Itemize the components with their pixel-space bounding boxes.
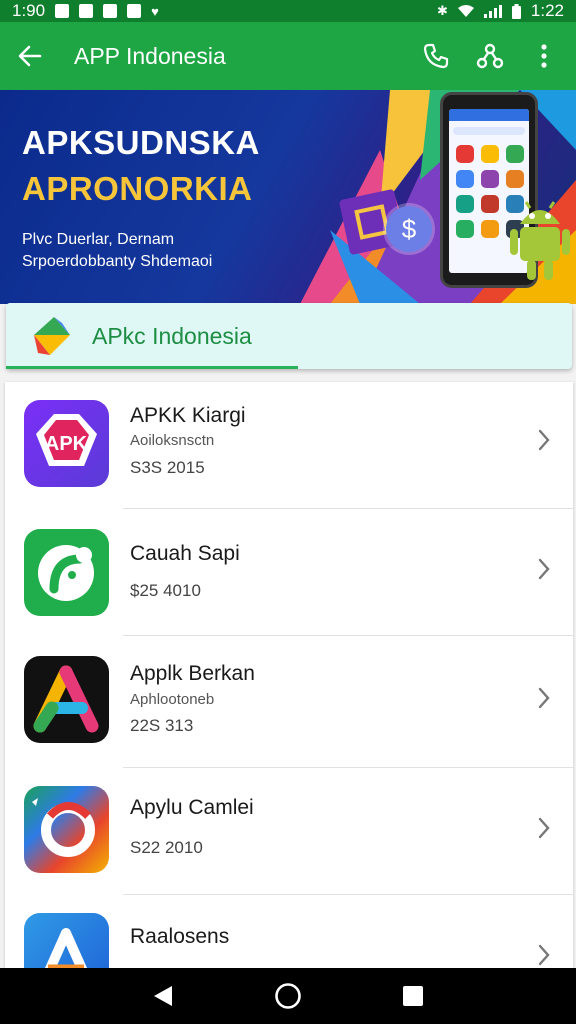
- colorful-a-icon: [24, 656, 109, 743]
- banner-subtitle-line2: Srpoerdobbanty Shdemaoi: [22, 253, 213, 270]
- phone-icon: [423, 43, 449, 69]
- share-icon: [476, 43, 504, 69]
- list-item[interactable]: Cauah Sapi $25 4010: [5, 509, 573, 636]
- app-name: Apylu Camlei: [130, 796, 254, 819]
- list-item[interactable]: Applk Berkan Aphlootoneb 22S 313: [5, 636, 573, 768]
- back-button[interactable]: [0, 22, 60, 90]
- wifi-icon: [457, 5, 474, 17]
- notification-icon: [55, 4, 70, 18]
- chevron-right-icon: [538, 429, 550, 451]
- nav-home-button[interactable]: [264, 972, 312, 1020]
- status-bar: 1:90 ♥ ✱ 1:22: [0, 0, 576, 22]
- chevron-right-icon: [538, 944, 550, 966]
- call-button[interactable]: [422, 42, 450, 70]
- signal-icon: [483, 4, 502, 18]
- chevron-right-icon: [538, 817, 550, 839]
- green-runner-icon: [24, 529, 109, 616]
- section-title: APkc Indonesia: [92, 322, 252, 349]
- promo-banner[interactable]: $ APKSUDNSKA APRONORKIA Plvc Duerlar, De…: [0, 90, 576, 304]
- banner-title-line1: APKSUDNSKA: [22, 124, 260, 161]
- list-item[interactable]: APK APKK Kiargi Aoiloksnsctn S3S 2015: [5, 382, 573, 509]
- back-triangle-icon: [153, 986, 172, 1006]
- nav-back-button[interactable]: [139, 972, 187, 1020]
- status-bar-left: 1:90 ♥: [12, 0, 159, 22]
- app-meta: S3S 2015: [130, 458, 205, 477]
- app-name: Raalosens: [130, 925, 230, 948]
- android-robot-icon: [510, 201, 570, 280]
- svg-text:APK: APK: [45, 433, 88, 455]
- arrow-left-icon: [18, 45, 42, 67]
- chevron-right-icon: [538, 558, 550, 580]
- play-store-logo-icon: [34, 317, 70, 355]
- recents-square-icon: [403, 986, 424, 1006]
- app-name: APKK Kiargi: [130, 404, 246, 427]
- app-bar-actions: [422, 42, 558, 70]
- home-circle-icon: [275, 983, 301, 1009]
- app-bar: APP Indonesia: [0, 22, 576, 90]
- battery-icon: [511, 3, 521, 19]
- list-item[interactable]: Apylu Camlei S22 2010: [5, 768, 573, 895]
- apk-shield-icon: APK: [24, 400, 109, 487]
- list-item[interactable]: Raalosens: [5, 895, 573, 968]
- status-time-right: 1:22: [530, 1, 564, 20]
- nav-recents-button[interactable]: [389, 972, 437, 1020]
- image-notification-icon: [79, 4, 94, 18]
- bluetooth-icon: ✱: [437, 3, 448, 18]
- chevron-right-icon: [538, 687, 550, 709]
- app-name: Applk Berkan: [130, 662, 255, 685]
- app-subtitle: Aphlootoneb: [130, 691, 215, 708]
- dollar-coin-icon: $: [386, 206, 432, 252]
- section-header[interactable]: APkc Indonesia: [6, 303, 572, 369]
- navigation-bar: [0, 968, 576, 1024]
- banner-title-line2: APRONORKIA: [22, 170, 253, 207]
- section-underline: [6, 366, 298, 369]
- share-button[interactable]: [476, 42, 504, 70]
- app-meta: 22S 313: [130, 716, 194, 735]
- app-meta: $25 4010: [130, 581, 201, 600]
- banner-subtitle-line1: Plvc Duerlar, Dernam: [22, 231, 175, 248]
- app-title: APP Indonesia: [74, 42, 226, 69]
- lock-notification-icon: [127, 4, 142, 18]
- swirl-icon: [24, 786, 109, 873]
- app-list: APK APKK Kiargi Aoiloksnsctn S3S 2015 Ca…: [5, 382, 573, 968]
- screen: 1:90 ♥ ✱ 1:22 APP Indonesia $ APKSUDNSKA…: [0, 0, 576, 1024]
- more-vert-icon: [541, 44, 547, 68]
- status-bar-right: ✱ 1:22: [437, 0, 564, 22]
- blue-a-icon: [24, 913, 109, 968]
- status-time-left: 1:90: [12, 1, 46, 20]
- heart-icon: ♥: [151, 3, 159, 19]
- app-meta: S22 2010: [130, 838, 203, 857]
- app-notification-icon: [103, 4, 118, 18]
- app-subtitle: Aoiloksnsctn: [130, 432, 215, 449]
- more-options-button[interactable]: [530, 42, 558, 70]
- app-name: Cauah Sapi: [130, 542, 240, 565]
